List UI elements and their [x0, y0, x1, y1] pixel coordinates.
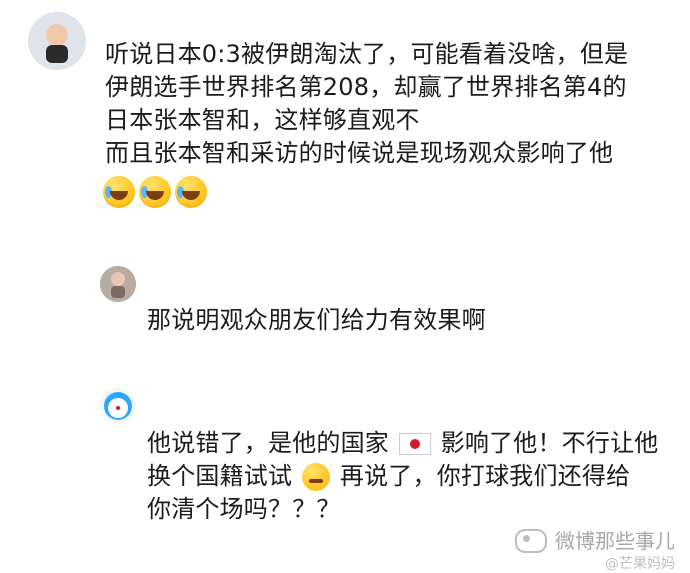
comment2-line1: 那说明观众朋友们给力有效果啊 [147, 306, 486, 334]
japan-flag-icon [398, 433, 431, 455]
laughing-crying-emoji-icon [103, 176, 135, 208]
comment1-text: 听说日本0:3被伊朗淘汰了，可能看着没啥，但是 伊朗选手世界排名第208，却赢了… [105, 38, 628, 170]
doraemon-avatar-icon [100, 388, 136, 424]
comment3-line1-after: 影响了他！不行让他 [440, 429, 659, 457]
comment1-line3: 日本张本智和，这样够直观不 [105, 106, 420, 134]
comment3-line3: 你清个场吗？？？ [147, 495, 341, 523]
thinking-face-icon [302, 463, 331, 491]
comment3-line2-after: 再说了，你打球我们还得给 [339, 462, 631, 490]
comment1-line4: 而且张本智和采访的时候说是现场观众影响了他 [105, 139, 614, 167]
comment3-line1: 他说错了，是他的国家 影响了他！不行让他 [147, 427, 659, 460]
comment3-line1-before: 他说错了，是他的国家 [147, 429, 389, 457]
comment1-avatar [28, 12, 86, 70]
watermark-text: 微博那些事儿 [555, 529, 675, 553]
watermark: 微博那些事儿 [515, 529, 675, 553]
user-avatar-icon [100, 266, 136, 302]
comment3-line2: 换个国籍试试 再说了，你打球我们还得给 [147, 460, 659, 493]
user-avatar-icon [28, 12, 86, 70]
comment3-avatar [100, 388, 136, 424]
comment3-text: 他说错了，是他的国家 影响了他！不行让他 换个国籍试试 再说了，你打球我们还得给… [147, 427, 659, 526]
comment1-line1: 听说日本0:3被伊朗淘汰了，可能看着没啥，但是 [105, 40, 629, 68]
comment1-emoji-row [103, 176, 207, 208]
watermark-sub: @芒果妈妈 [605, 556, 675, 572]
laughing-crying-emoji-icon [175, 176, 207, 208]
comment2-text: 那说明观众朋友们给力有效果啊 [147, 304, 486, 337]
comment2-avatar [100, 266, 136, 302]
wechat-style-watermark-icon [515, 529, 547, 553]
comment1-line2: 伊朗选手世界排名第208，却赢了世界排名第4的 [105, 73, 627, 101]
laughing-crying-emoji-icon [139, 176, 171, 208]
comment3-line2-before: 换个国籍试试 [147, 462, 293, 490]
